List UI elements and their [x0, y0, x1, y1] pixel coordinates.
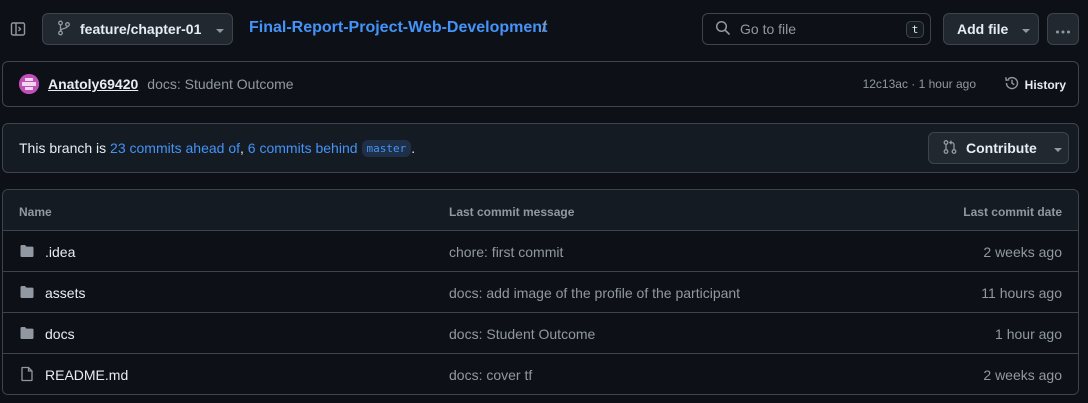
- file-commit-message-link[interactable]: chore: first commit: [449, 244, 563, 260]
- keyboard-shortcut-badge: t: [906, 21, 924, 38]
- pull-request-icon: [942, 139, 958, 158]
- column-date-header: Last commit date: [963, 205, 1062, 219]
- table-row[interactable]: assets docs: add image of the profile of…: [3, 272, 1078, 313]
- kebab-horizontal-icon: [1055, 21, 1071, 37]
- commits-ahead-link[interactable]: 23 commits ahead of: [110, 140, 240, 156]
- folder-icon: [19, 243, 35, 259]
- repo-header: feature/chapter-01 Final-Report-Project-…: [0, 0, 1088, 58]
- file-commit-message-link[interactable]: docs: cover tf: [449, 367, 532, 383]
- column-name-header: Name: [19, 205, 52, 219]
- search-placeholder: Go to file: [740, 21, 797, 37]
- branch-status-bar: This branch is 23 commits ahead of , 6 c…: [2, 123, 1079, 173]
- file-commit-date: 2 weeks ago: [983, 367, 1062, 383]
- go-to-file-input[interactable]: Go to file t: [702, 13, 931, 45]
- folder-icon: [19, 284, 35, 300]
- git-branch-icon: [57, 20, 71, 39]
- sidebar-toggle-icon[interactable]: [6, 17, 30, 41]
- file-commit-date: 2 weeks ago: [983, 244, 1062, 260]
- file-name-link[interactable]: assets: [45, 285, 85, 301]
- base-branch-tag[interactable]: master: [361, 139, 412, 157]
- file-commit-message-link[interactable]: docs: Student Outcome: [449, 326, 595, 342]
- file-commit-date: 1 hour ago: [995, 326, 1062, 342]
- chevron-down-icon: [1053, 140, 1063, 156]
- file-name-link[interactable]: README.md: [45, 367, 128, 383]
- add-file-button[interactable]: Add file: [943, 13, 1039, 45]
- table-row[interactable]: .idea chore: first commit 2 weeks ago: [3, 231, 1078, 272]
- history-clock-icon: [1004, 75, 1020, 94]
- commit-message-link[interactable]: docs: Student Outcome: [147, 76, 293, 92]
- commit-author-link[interactable]: Anatoly69420: [48, 76, 138, 92]
- more-options-button[interactable]: [1047, 13, 1079, 45]
- column-message-header: Last commit message: [449, 205, 575, 219]
- search-icon: [715, 20, 731, 39]
- history-label: History: [1024, 77, 1066, 92]
- repo-name-link[interactable]: Final-Report-Project-Web-Development: [249, 19, 547, 37]
- folder-icon: [19, 325, 35, 341]
- chevron-down-icon: [1021, 21, 1031, 37]
- file-commit-message-link[interactable]: docs: add image of the profile of the pa…: [449, 285, 740, 301]
- commit-hash-time[interactable]: 12c13ac · 1 hour ago: [863, 77, 976, 91]
- history-button[interactable]: History: [1004, 75, 1066, 94]
- commits-behind-link[interactable]: 6 commits behind: [248, 140, 358, 156]
- table-row[interactable]: README.md docs: cover tf 2 weeks ago: [3, 354, 1078, 394]
- avatar[interactable]: [19, 74, 39, 94]
- latest-commit-bar: Anatoly69420 docs: Student Outcome 12c13…: [2, 61, 1079, 107]
- branch-name: feature/chapter-01: [80, 21, 202, 37]
- file-commit-date: 11 hours ago: [981, 285, 1062, 301]
- path-separator: /: [542, 19, 547, 36]
- file-table: Name Last commit message Last commit dat…: [2, 189, 1079, 395]
- chevron-down-icon: [215, 21, 225, 37]
- branch-status-comma: ,: [240, 140, 248, 156]
- file-name-link[interactable]: docs: [45, 326, 75, 342]
- branch-selector-button[interactable]: feature/chapter-01: [42, 13, 233, 45]
- file-table-header: Name Last commit message Last commit dat…: [3, 190, 1078, 231]
- branch-status-suffix: .: [411, 140, 416, 156]
- contribute-label: Contribute: [966, 140, 1037, 156]
- add-file-label: Add file: [957, 21, 1009, 37]
- file-name-link[interactable]: .idea: [45, 244, 75, 260]
- table-row[interactable]: docs docs: Student Outcome 1 hour ago: [3, 313, 1078, 354]
- branch-status-prefix: This branch is: [19, 140, 111, 156]
- file-icon: [19, 366, 35, 382]
- contribute-button[interactable]: Contribute: [928, 132, 1069, 164]
